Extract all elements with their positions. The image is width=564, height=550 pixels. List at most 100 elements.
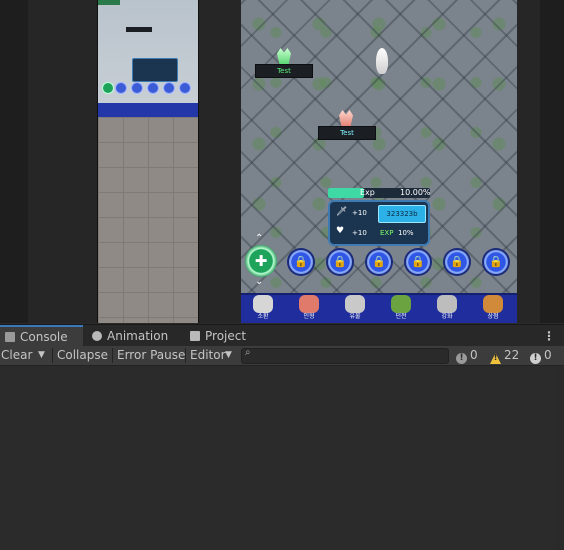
nav-label: 강화: [441, 313, 453, 320]
panel-tab-bar: Console Animation Project ⋮: [0, 324, 564, 347]
console-scrollbar[interactable]: [556, 366, 564, 550]
preview-slot: [115, 82, 127, 94]
nav-dungeon[interactable]: 던전: [387, 295, 415, 323]
editor-dropdown[interactable]: Editor: [190, 346, 226, 365]
console-icon: [5, 332, 15, 342]
gold-box: 323323b: [378, 205, 426, 223]
error-icon: !: [530, 353, 541, 364]
lock-icon: 🔒: [489, 255, 503, 268]
preview-nav-band: [98, 103, 198, 117]
warning-count-value: 22: [504, 348, 520, 362]
left-strip: [0, 0, 28, 323]
animation-icon: [92, 331, 102, 341]
tab-label: Animation: [107, 329, 169, 343]
nav-relic[interactable]: 유물: [341, 295, 369, 323]
health-bonus: +10: [352, 229, 367, 237]
divider: [185, 348, 186, 363]
nav-label: 인형: [303, 313, 315, 320]
tab-console[interactable]: Console: [0, 325, 83, 347]
exp-label: Exp: [360, 188, 375, 197]
nav-label: 던전: [395, 313, 407, 320]
console-log-area[interactable]: [0, 366, 564, 550]
shield-slot[interactable]: ✚: [245, 245, 277, 277]
relic-icon: [345, 295, 365, 313]
console-toolbar: Clear ▼ Collapse Error Pause Editor ▼ ⌕ …: [0, 346, 564, 366]
error-count-value: 0: [544, 348, 552, 362]
dungeon-icon: [391, 295, 411, 313]
name-tag: Test: [255, 64, 313, 78]
stats-panel: 🗡 +10 323323b ♥ +10 EXP 10%: [328, 200, 430, 246]
warning-count[interactable]: ! 22: [490, 346, 519, 365]
doll-icon: [299, 295, 319, 313]
heart-icon: ♥: [336, 226, 345, 236]
arrow-down-icon[interactable]: ⌄: [255, 276, 263, 287]
preview-slot: [147, 82, 159, 94]
lock-icon: 🔒: [372, 255, 386, 268]
error-pause-button[interactable]: Error Pause: [117, 346, 185, 365]
locked-slot[interactable]: 🔒: [445, 250, 469, 274]
preview-tag: [98, 0, 120, 5]
arrow-up-icon[interactable]: ⌃: [255, 233, 263, 244]
attack-bonus: +10: [352, 209, 367, 217]
locked-slot[interactable]: 🔒: [289, 250, 313, 274]
clear-button[interactable]: Clear: [1, 346, 32, 365]
right-strip: [540, 0, 564, 323]
nav-doll[interactable]: 인형: [295, 295, 323, 323]
white-spirit-icon: [376, 48, 388, 74]
hero-icon: [253, 295, 273, 313]
preview-shield: [102, 82, 114, 94]
tab-label: Console: [20, 330, 68, 344]
gold-value: 323323b: [386, 210, 418, 218]
exp-bonus-value: 10%: [398, 229, 414, 237]
tab-label: Project: [205, 329, 247, 343]
nav-shop[interactable]: 상점: [479, 295, 507, 323]
info-count[interactable]: ! 0: [456, 346, 478, 365]
preview-grid: [98, 117, 198, 323]
sword-icon: 🗡: [336, 207, 348, 217]
error-count[interactable]: ! 0: [530, 346, 552, 365]
scene-preview[interactable]: [97, 0, 199, 323]
hammer-icon: [437, 295, 457, 313]
exp-bar: Exp 10.00%: [328, 188, 431, 198]
nav-label: 유물: [349, 313, 361, 320]
preview-slot: [131, 82, 143, 94]
locked-slot[interactable]: 🔒: [328, 250, 352, 274]
collapse-button[interactable]: Collapse: [57, 346, 108, 365]
lock-icon: 🔒: [411, 255, 425, 268]
nav-label: 소환: [257, 313, 269, 320]
game-view[interactable]: Test Test: [241, 0, 517, 323]
divider: [112, 348, 113, 363]
divider: [52, 348, 53, 363]
lock-icon: 🔒: [450, 255, 464, 268]
shop-icon: [483, 295, 503, 313]
preview-stats: [132, 58, 178, 82]
tab-animation[interactable]: Animation: [92, 325, 168, 347]
lock-icon: 🔒: [333, 255, 347, 268]
bottom-nav: 소환 인형 유물 던전 강화 상점: [241, 293, 517, 323]
name-tag: Test: [318, 126, 376, 140]
search-input[interactable]: ⌕: [241, 347, 449, 364]
nav-summon[interactable]: 소환: [249, 295, 277, 323]
clear-dropdown-icon[interactable]: ▼: [38, 346, 45, 365]
preview-slot: [163, 82, 175, 94]
exp-percent: 10.00%: [400, 188, 431, 197]
locked-slot[interactable]: 🔒: [406, 250, 430, 274]
locked-slot[interactable]: 🔒: [367, 250, 391, 274]
locked-slot[interactable]: 🔒: [484, 250, 508, 274]
preview-tag: [126, 27, 152, 32]
editor-dropdown-icon[interactable]: ▼: [225, 346, 232, 365]
nav-upgrade[interactable]: 강화: [433, 295, 461, 323]
search-icon: ⌕: [245, 347, 251, 358]
more-options-icon[interactable]: ⋮: [543, 325, 555, 347]
shield-icon: ✚: [254, 252, 268, 270]
folder-icon: [190, 331, 200, 341]
nav-label: 상점: [487, 313, 499, 320]
info-count-value: 0: [470, 348, 478, 362]
exp-fill: [328, 188, 364, 198]
lock-icon: 🔒: [294, 255, 308, 268]
warning-icon: !: [490, 353, 501, 364]
exp-bonus-label: EXP: [380, 229, 394, 237]
info-icon: !: [456, 353, 467, 364]
preview-slot: [179, 82, 191, 94]
tab-project[interactable]: Project: [190, 325, 246, 347]
